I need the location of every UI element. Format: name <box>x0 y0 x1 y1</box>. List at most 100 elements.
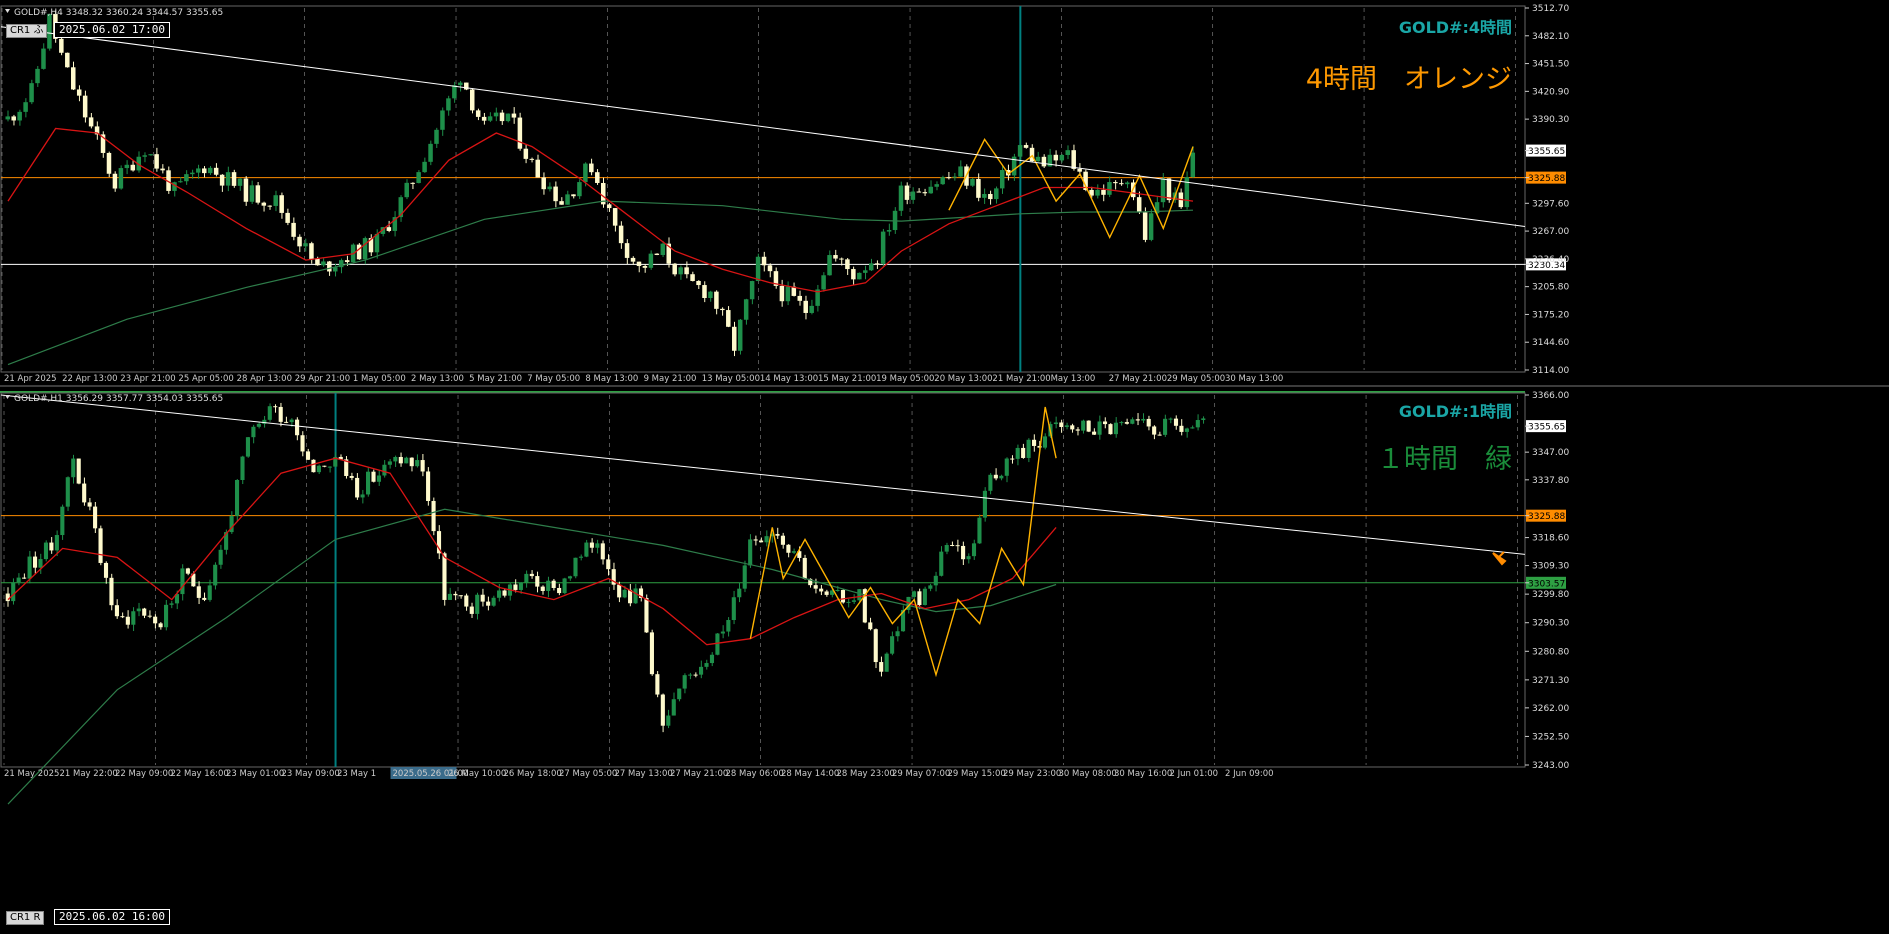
current-price-label-bottom: 3355.65 <box>1528 423 1565 433</box>
y-tick-label-bottom: 3366.00 <box>1532 391 1569 401</box>
candle-body-top <box>464 82 469 90</box>
candle-body-bottom <box>180 568 185 595</box>
candle-body-top <box>1125 182 1130 185</box>
x-tick-label-top: 20 May 13:00 <box>934 374 992 384</box>
x-tick-label-top: 14 May 13:00 <box>760 374 818 384</box>
x-tick-label-top: 15 May 21:00 <box>818 374 876 384</box>
candle-body-bottom <box>262 419 267 424</box>
candle-body-top <box>142 155 147 157</box>
candle-body-bottom <box>518 582 523 590</box>
candle-body-bottom <box>316 465 321 473</box>
candle-body-bottom <box>158 623 163 628</box>
candle-body-top <box>857 272 862 280</box>
candle-body-bottom <box>60 506 65 536</box>
candle-body-bottom <box>1075 429 1080 431</box>
candle-body-top <box>988 193 993 200</box>
candle-body-top <box>35 68 40 84</box>
candle-body-bottom <box>748 539 753 566</box>
x-tick-label-top: 7 May 05:00 <box>527 374 580 384</box>
candle-body-bottom <box>147 615 152 617</box>
candle-body-bottom <box>1119 422 1124 424</box>
candle-body-bottom <box>775 534 780 536</box>
x-tick-label-bottom: 23 May 1 <box>337 769 376 779</box>
candle-body-top <box>1107 182 1112 195</box>
candle-body-bottom <box>868 622 873 630</box>
y-tick-label-bottom: 3243.00 <box>1532 761 1569 771</box>
candle-body-top <box>404 182 409 198</box>
candle-body-bottom <box>546 580 551 591</box>
candle-body-bottom <box>1163 418 1168 435</box>
candle-body-bottom <box>322 465 327 467</box>
candle-body-bottom <box>447 593 452 600</box>
candle-body-top <box>71 67 76 90</box>
y-tick-label-bottom: 3252.50 <box>1532 732 1569 742</box>
candle-body-top <box>999 170 1005 189</box>
candle-body-top <box>726 310 731 327</box>
candle-body-top <box>249 185 255 202</box>
candle-body-top <box>1053 154 1059 161</box>
candle-body-bottom <box>884 653 889 672</box>
candle-body-top <box>565 194 570 205</box>
candle-body-top <box>809 305 814 313</box>
candle-body-bottom <box>76 458 81 484</box>
candle-body-top <box>761 256 767 266</box>
candle-body-bottom <box>824 591 829 595</box>
candle-body-bottom <box>273 406 278 408</box>
candle-body-bottom <box>524 573 529 583</box>
candle-body-top <box>446 98 451 111</box>
candle-body-top <box>118 168 124 189</box>
candle-body-bottom <box>93 506 98 529</box>
candle-body-bottom <box>311 459 316 473</box>
candle-body-top <box>410 182 415 184</box>
candle-body-bottom <box>480 594 485 602</box>
current-price-label-top: 3355.65 <box>1528 147 1565 157</box>
candle-body-bottom <box>1130 419 1135 424</box>
x-tick-label-top: 25 Apr 05:00 <box>178 374 233 384</box>
candle-body-top <box>821 275 826 290</box>
candle-body-bottom <box>939 551 944 576</box>
candle-body-bottom <box>71 458 76 478</box>
candle-body-bottom <box>595 543 600 548</box>
y-tick-label-top: 3205.80 <box>1532 283 1569 293</box>
candle-body-top <box>708 291 713 298</box>
candle-body-top <box>285 212 290 223</box>
y-tick-label-top: 3114.00 <box>1532 366 1569 376</box>
candle-body-top <box>797 295 803 301</box>
candle-body-top <box>374 233 380 253</box>
candle-body-bottom <box>245 437 250 457</box>
candle-body-top <box>630 257 636 262</box>
candle-body-top <box>863 270 868 273</box>
chart-mode-button-top[interactable]: CR1 ふ <box>6 24 48 38</box>
candle-body-top <box>749 281 755 300</box>
candle-body-bottom <box>840 590 846 603</box>
candle-body-top <box>315 258 320 266</box>
candle-body-top <box>803 300 808 313</box>
candle-body-top <box>47 13 52 49</box>
candle-body-top <box>1095 189 1100 196</box>
candle-body-bottom <box>442 553 447 600</box>
candle-body-top <box>880 231 886 264</box>
candle-body-top <box>934 184 939 187</box>
y-tick-label-bottom: 3262.00 <box>1532 704 1569 714</box>
candle-body-top <box>124 164 130 169</box>
candle-body-bottom <box>453 593 458 596</box>
candle-body-bottom <box>153 616 158 624</box>
chart-canvas[interactable]: 3325.883230.343355.653512.703482.103451.… <box>0 0 1889 934</box>
candle-body-bottom <box>1179 425 1184 432</box>
candle-body-top <box>684 267 689 275</box>
candle-body-top <box>910 191 916 200</box>
chart-mode-button-bottom[interactable]: CR1 R <box>6 911 45 925</box>
candle-body-bottom <box>1108 424 1113 435</box>
candle-body-top <box>553 186 558 202</box>
candle-body-top <box>970 179 975 186</box>
candle-body-bottom <box>475 594 480 614</box>
candle-body-bottom <box>120 616 125 618</box>
candle-body-bottom <box>682 675 687 689</box>
candle-body-bottom <box>32 556 38 568</box>
x-tick-label-bottom: 27 May 05:00 <box>559 769 617 779</box>
candle-body-top <box>946 177 951 179</box>
candle-body-bottom <box>578 556 584 558</box>
x-tick-label-top: May 13:00 <box>1051 374 1096 384</box>
candle-body-top <box>1119 183 1124 185</box>
candle-body-bottom <box>1135 419 1140 421</box>
